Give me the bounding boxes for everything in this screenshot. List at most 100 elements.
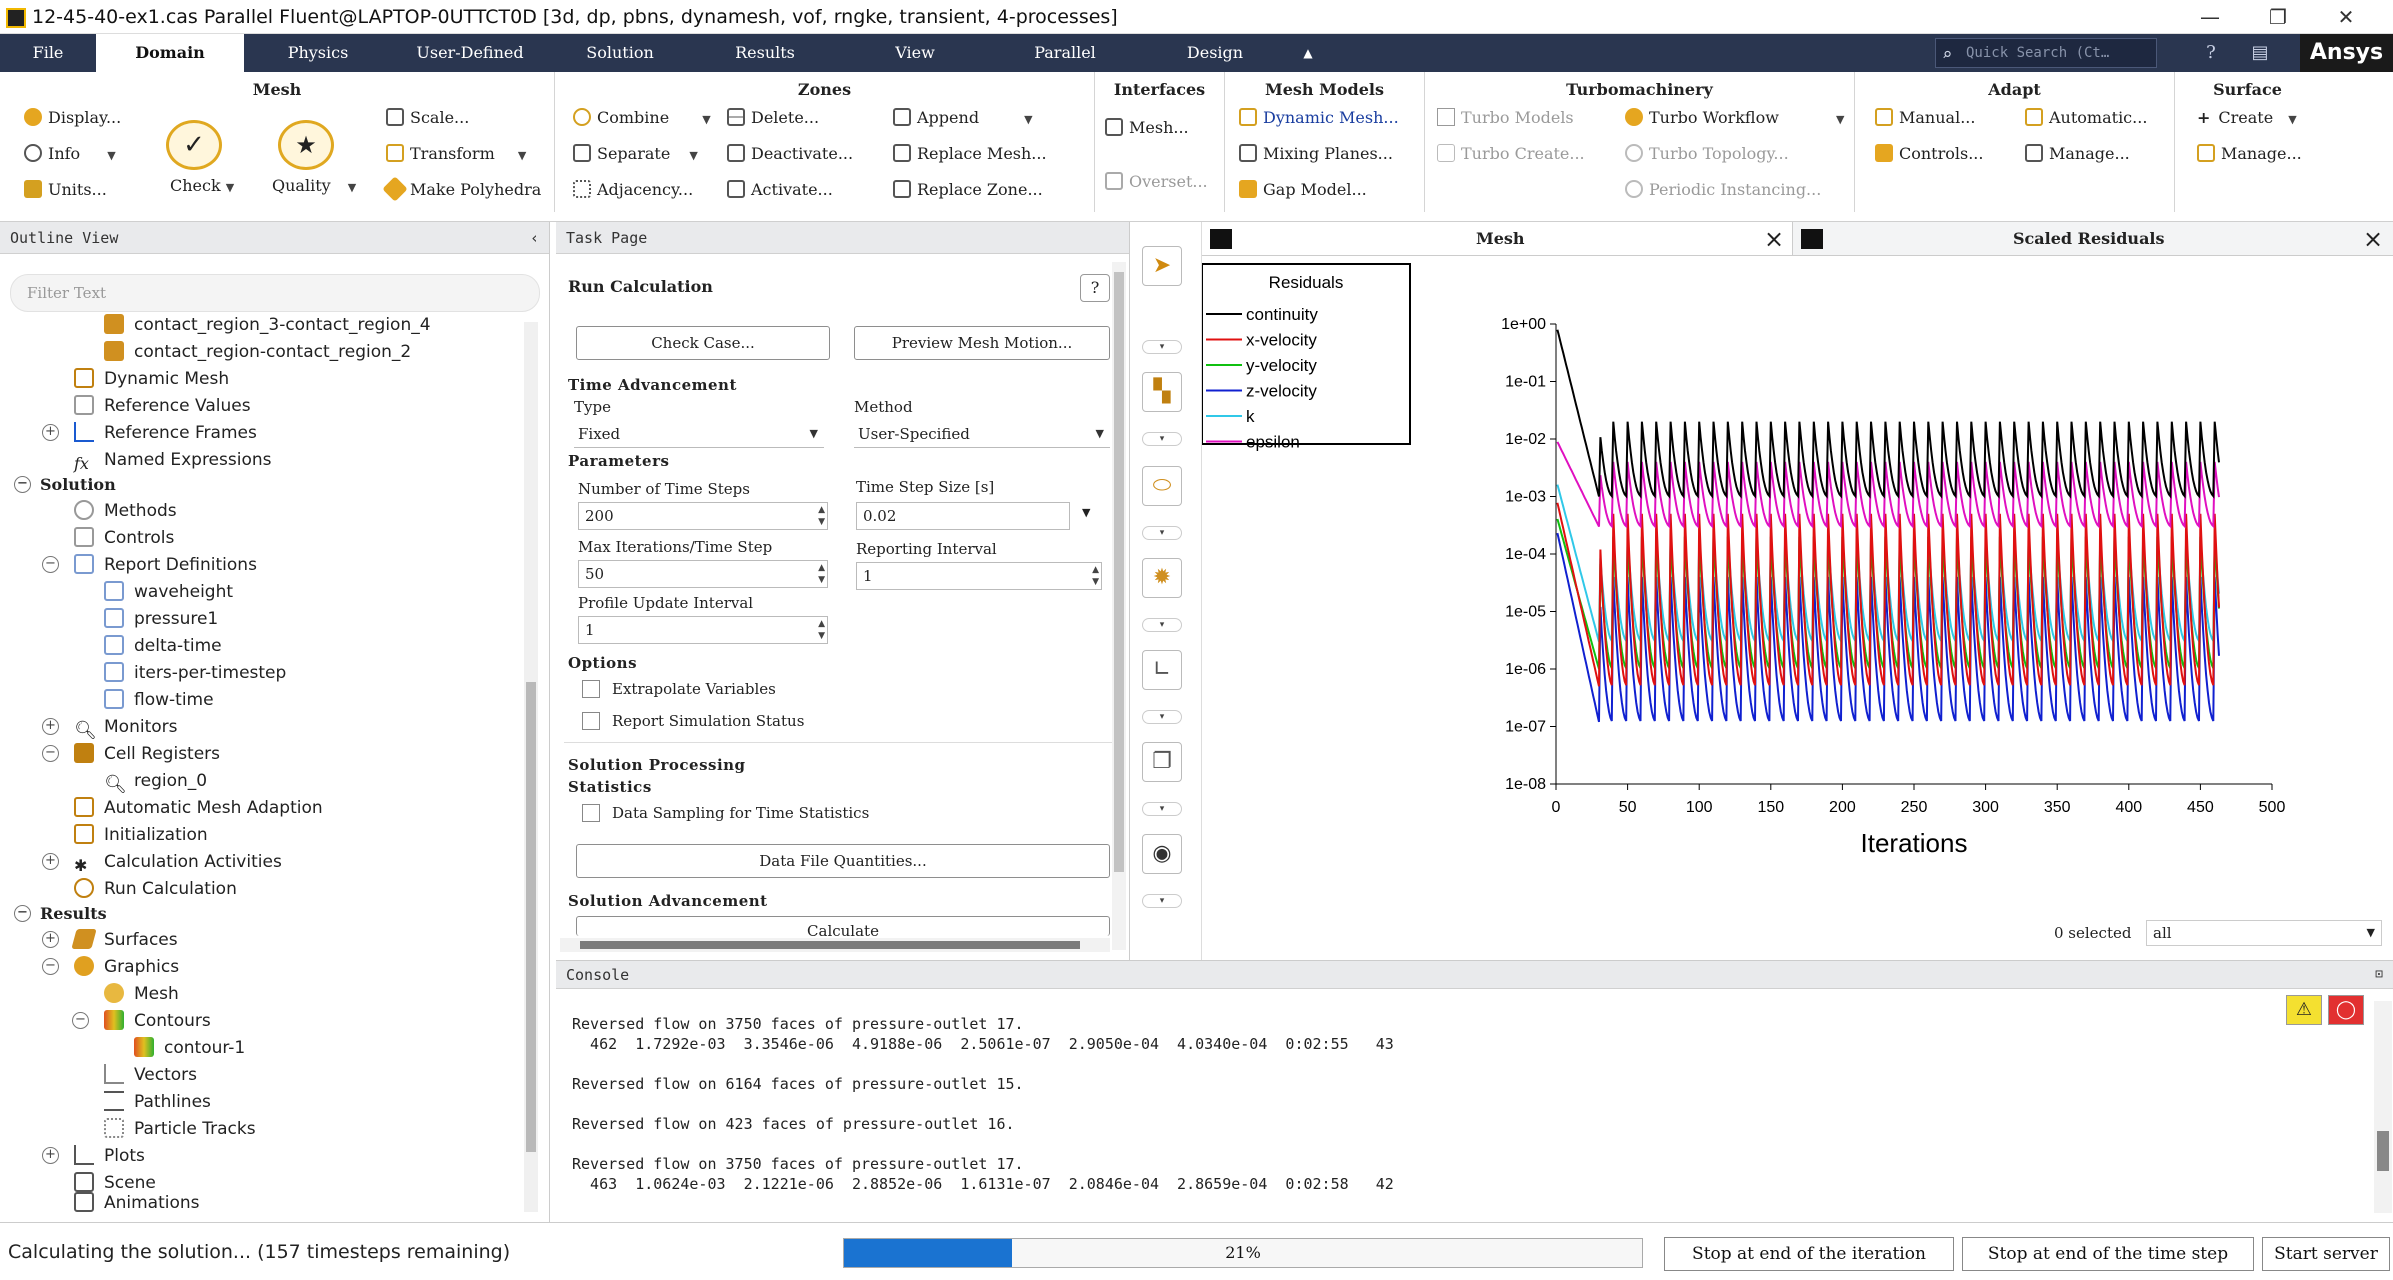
tab-physics[interactable]: Physics: [250, 34, 386, 72]
zones-replace-mesh-button[interactable]: Replace Mesh...: [893, 144, 1047, 163]
zones-combine-button[interactable]: Combine ▼: [573, 108, 711, 127]
mesh-units-button[interactable]: Units...: [24, 180, 107, 199]
scrollbar-thumb[interactable]: [526, 682, 536, 1152]
graphics-tab-scaled-residuals[interactable]: Scaled Residuals ×: [1792, 222, 2393, 256]
tree-item-controls[interactable]: Controls: [74, 525, 174, 551]
check-case-button[interactable]: Check Case...: [576, 326, 830, 360]
stop-iteration-button[interactable]: Stop at end of the iteration: [1664, 1237, 1954, 1271]
tab-view[interactable]: View: [850, 34, 980, 72]
collapse-icon[interactable]: −: [14, 905, 31, 922]
tab-solution[interactable]: Solution: [555, 34, 685, 72]
tab-domain[interactable]: Domain: [96, 34, 244, 72]
zones-deactivate-button[interactable]: Deactivate...: [727, 144, 853, 163]
tree-item-named-expressions[interactable]: fx Named Expressions: [74, 447, 272, 473]
tree-item-contour-1[interactable]: contour-1: [134, 1035, 245, 1061]
tree-item-plots[interactable]: + Plots: [42, 1143, 145, 1169]
adapt-manage-button[interactable]: Manage...: [2025, 144, 2130, 163]
maximize-icon[interactable]: ⊡: [2375, 961, 2383, 989]
collapse-ribbon-icon[interactable]: ▲: [1296, 34, 1320, 72]
collapse-icon[interactable]: −: [14, 476, 31, 493]
turbo-workflow-button[interactable]: Turbo Workflow ▼: [1625, 108, 1844, 127]
adapt-manual-button[interactable]: Manual...: [1875, 108, 1975, 127]
minimize-button[interactable]: —: [2190, 4, 2230, 30]
report-simulation-status-checkbox[interactable]: Report Simulation Status: [582, 712, 804, 730]
turbo-models-checkbox[interactable]: Turbo Models: [1437, 108, 1574, 127]
collapse-icon[interactable]: −: [42, 745, 59, 762]
interfaces-overset-button[interactable]: Overset...: [1105, 172, 1208, 191]
make-polyhedra-button[interactable]: Make Polyhedra: [382, 176, 541, 202]
adapt-controls-button[interactable]: Controls...: [1875, 144, 1983, 163]
tree-item-contact-region-2[interactable]: contact_region-contact_region_2: [104, 339, 411, 365]
view-tool-icon[interactable]: ⬭: [1142, 466, 1182, 506]
max-iterations-input[interactable]: 50 ▲ ▼: [578, 560, 828, 588]
help-icon[interactable]: ?: [2196, 34, 2226, 72]
help-button[interactable]: ?: [1080, 274, 1110, 302]
chevron-down-icon[interactable]: ▾: [1142, 710, 1182, 724]
expand-icon[interactable]: +: [42, 424, 59, 441]
chevron-down-icon[interactable]: ▾: [1142, 618, 1182, 632]
adapt-automatic-button[interactable]: Automatic...: [2025, 108, 2147, 127]
collapse-icon[interactable]: −: [42, 556, 59, 573]
chevron-down-icon[interactable]: ▾: [1142, 802, 1182, 816]
tree-item-graphics[interactable]: − Graphics: [42, 954, 179, 980]
tree-item-monitors[interactable]: + 🔍︎ Monitors: [42, 714, 177, 741]
tab-design[interactable]: Design: [1150, 34, 1280, 72]
restore-button[interactable]: ❐: [2258, 4, 2298, 30]
graphics-window[interactable]: 1e+00 1e-01 1e-02 1e-03 1e-04 1e-05 1e-06 1e-07…: [1202, 256, 2393, 960]
expand-icon[interactable]: +: [42, 1147, 59, 1164]
task-page-scrollbar[interactable]: [1112, 262, 1126, 950]
settings-icon[interactable]: ▤: [2245, 34, 2275, 72]
tree-item-automatic-mesh-adaption[interactable]: Automatic Mesh Adaption: [74, 795, 323, 821]
mesh-check-button[interactable]: Check ▼: [170, 176, 234, 195]
tab-file[interactable]: File: [10, 34, 86, 72]
zones-separate-button[interactable]: Separate ▼: [573, 144, 698, 163]
tree-item-results[interactable]: − Results: [14, 901, 107, 927]
tree-item-dynamic-mesh[interactable]: Dynamic Mesh: [74, 366, 229, 392]
tree-item-surfaces[interactable]: + Surfaces: [42, 927, 178, 953]
turbo-create-button[interactable]: Turbo Create...: [1437, 144, 1585, 163]
tree-item-vectors[interactable]: Vectors: [104, 1062, 197, 1088]
close-tab-icon[interactable]: ×: [2363, 222, 2383, 256]
expand-icon[interactable]: +: [42, 931, 59, 948]
chevron-down-icon[interactable]: ▾: [1142, 526, 1182, 540]
data-file-quantities-button[interactable]: Data File Quantities...: [576, 844, 1110, 878]
tab-results[interactable]: Results: [700, 34, 830, 72]
time-step-size-input[interactable]: 0.02: [856, 502, 1070, 530]
quick-search-input[interactable]: ⌕ Quick Search (Ct…: [1935, 38, 2157, 68]
close-tab-icon[interactable]: ×: [1764, 222, 1784, 256]
tree-item-mesh[interactable]: Mesh: [104, 981, 179, 1007]
tree-item-waveheight[interactable]: waveheight: [104, 579, 233, 605]
pointer-icon[interactable]: ➤: [1142, 246, 1182, 286]
extrapolate-variables-checkbox[interactable]: Extrapolate Variables: [582, 680, 776, 698]
scrollbar-thumb[interactable]: [2377, 1131, 2389, 1171]
chevron-down-icon[interactable]: ▾: [1142, 432, 1182, 446]
tree-item-calculation-activities[interactable]: + ✱ Calculation Activities: [42, 849, 282, 875]
method-select[interactable]: User-Specified ▼: [854, 420, 1110, 448]
visibility-eye-icon[interactable]: ◉: [1142, 834, 1182, 874]
turbo-topology-button[interactable]: Turbo Topology...: [1625, 144, 1789, 163]
outline-scrollbar[interactable]: [524, 322, 538, 1212]
console-scrollbar[interactable]: [2374, 1001, 2392, 1213]
data-sampling-checkbox[interactable]: Data Sampling for Time Statistics: [582, 804, 869, 822]
graphics-tab-mesh[interactable]: Mesh ×: [1202, 222, 1792, 256]
rotate-tool-icon[interactable]: ✹: [1142, 558, 1182, 598]
stop-timestep-button[interactable]: Stop at end of the time step: [1962, 1237, 2254, 1271]
expand-icon[interactable]: +: [42, 853, 59, 870]
tree-item-flow-time[interactable]: flow-time: [104, 687, 214, 713]
mesh-info-button[interactable]: Info ▼: [24, 144, 116, 163]
tree-item-pressure1[interactable]: pressure1: [104, 606, 218, 632]
tree-item-region-0[interactable]: 🔍︎ region_0: [104, 768, 207, 795]
spinner-icon[interactable]: ▲ ▼: [818, 504, 825, 528]
zoom-tool-icon[interactable]: ▚: [1142, 372, 1182, 412]
close-window-button[interactable]: ✕: [2326, 4, 2366, 30]
mesh-quality-button[interactable]: Quality ▼: [272, 176, 356, 195]
tree-item-animations[interactable]: +Animations: [74, 1192, 200, 1212]
mesh-transform-button[interactable]: Transform ▼: [386, 144, 526, 163]
reporting-interval-input[interactable]: 1 ▲ ▼: [856, 562, 1102, 590]
surface-manage-button[interactable]: Manage...: [2197, 144, 2302, 163]
tree-item-report-definitions[interactable]: − Report Definitions: [42, 552, 257, 578]
preview-mesh-motion-button[interactable]: Preview Mesh Motion...: [854, 326, 1110, 360]
warning-icon[interactable]: ⚠: [2286, 995, 2322, 1025]
zones-delete-button[interactable]: Delete...: [727, 108, 819, 127]
scrollbar-thumb[interactable]: [580, 941, 1080, 949]
